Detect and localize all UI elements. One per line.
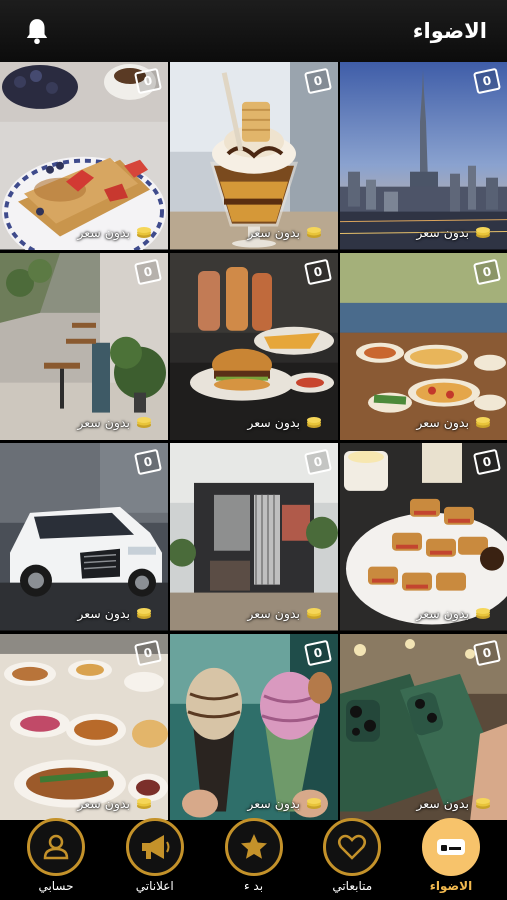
post-tile-green-phones[interactable]: 0 بدون سعر — [340, 633, 507, 821]
price-label: بدون سعر — [77, 796, 152, 811]
coins-icon — [476, 607, 490, 619]
coins-icon — [307, 607, 321, 619]
post-tile-restaurant-feast[interactable]: 0 بدون سعر — [340, 252, 507, 440]
price-text: بدون سعر — [416, 605, 469, 621]
coins-icon — [476, 798, 490, 809]
price-text: بدون سعر — [247, 224, 300, 240]
coins-icon — [307, 417, 321, 428]
nav-label: متابعاتي — [332, 879, 373, 893]
post-tile-crepe-breakfast[interactable]: 0 بدون سعر — [0, 62, 168, 250]
price-label: بدون سعر — [77, 415, 152, 430]
nav-icon-circle — [224, 818, 283, 876]
price-text: بدون سعر — [77, 415, 130, 430]
post-tile-ice-cream-cones[interactable]: 0 بدون سعر — [170, 633, 338, 821]
post-tile-pastry-plate[interactable]: 0 بدون سعر — [340, 443, 507, 631]
post-tile-cafe-interior[interactable]: 0 بدون سعر — [0, 252, 168, 440]
megaphone-icon — [141, 835, 170, 859]
price-text: بدون سعر — [247, 415, 300, 430]
post-tile-dinner-spread[interactable]: 0 بدون سعر — [0, 633, 168, 821]
nav-label: اعلاناتي — [135, 879, 174, 893]
post-tile-ice-cream-sundae[interactable]: 0 بدون سعر — [170, 62, 338, 250]
post-badge-icon: 0 — [472, 639, 502, 666]
price-text: بدون سعر — [416, 415, 469, 430]
price-label: بدون سعر — [416, 415, 491, 430]
post-badge-icon: 0 — [133, 258, 163, 285]
post-tile-burger-fries[interactable]: 0 بدون سعر — [170, 252, 338, 440]
nav-item-following[interactable]: متابعاتي — [310, 818, 394, 900]
nav-item-my-ads[interactable]: اعلاناتي — [113, 818, 197, 900]
nav-label: حسابي — [38, 879, 74, 893]
coins-icon — [307, 798, 321, 809]
nav-icon-circle — [27, 818, 85, 876]
page-title: الاضواء — [412, 19, 487, 43]
price-label: بدون سعر — [247, 606, 322, 621]
coins-icon — [476, 417, 490, 428]
nav-icon-circle — [422, 818, 480, 876]
heart-icon — [338, 834, 367, 860]
price-text: بدون سعر — [416, 224, 469, 240]
nav-item-spotlight[interactable]: الاضواء — [409, 818, 493, 900]
post-badge-icon: 0 — [133, 639, 163, 666]
nav-icon-circle — [125, 818, 184, 876]
price-label: بدون سعر — [247, 796, 322, 811]
coins-icon — [137, 607, 151, 619]
post-tile-modern-building[interactable]: 0 بدون سعر — [170, 443, 338, 631]
nav-label: الاضواء — [429, 879, 473, 893]
price-label: بدون سعر — [416, 796, 491, 811]
posts-grid: 0 بدون سعر 0 بدون سعر 0 بدون سعر 0 بدون … — [0, 62, 507, 821]
spotlight-icon — [437, 839, 465, 855]
price-text: بدون سعر — [77, 605, 130, 621]
top-bar: الاضواء — [0, 0, 507, 62]
post-tile-white-suv[interactable]: 0 بدون سعر — [0, 443, 168, 631]
price-text: بدون سعر — [247, 605, 300, 621]
coins-icon — [137, 226, 151, 238]
price-label: بدون سعر — [77, 225, 152, 240]
price-label: بدون سعر — [247, 225, 322, 240]
price-text: بدون سعر — [416, 796, 469, 811]
coins-icon — [137, 798, 151, 809]
nav-item-start[interactable]: بد ء — [212, 818, 296, 900]
price-label: بدون سعر — [416, 606, 491, 621]
nav-icon-circle — [323, 818, 382, 876]
price-text: بدون سعر — [247, 796, 300, 811]
price-label: بدون سعر — [416, 225, 491, 240]
price-label: بدون سعر — [247, 415, 322, 430]
coins-icon — [137, 417, 151, 428]
post-badge-icon: 0 — [303, 258, 333, 285]
star-icon — [240, 834, 267, 859]
nav-label: بد ء — [243, 879, 264, 893]
price-text: بدون سعر — [77, 224, 130, 240]
bottom-nav: حسابي اعلاناتي بد ء متابعاتي الاضواء — [0, 818, 507, 900]
bell-icon[interactable] — [24, 17, 50, 45]
post-badge-icon: 0 — [303, 639, 333, 666]
post-badge-icon: 0 — [472, 258, 502, 285]
coins-icon — [476, 226, 490, 238]
nav-item-my-account[interactable]: حسابي — [14, 818, 98, 900]
price-text: بدون سعر — [77, 796, 130, 811]
coins-icon — [307, 226, 321, 238]
price-label: بدون سعر — [77, 606, 152, 621]
user-icon — [43, 834, 69, 860]
post-tile-dubai-skyline[interactable]: 0 بدون سعر — [340, 62, 507, 250]
